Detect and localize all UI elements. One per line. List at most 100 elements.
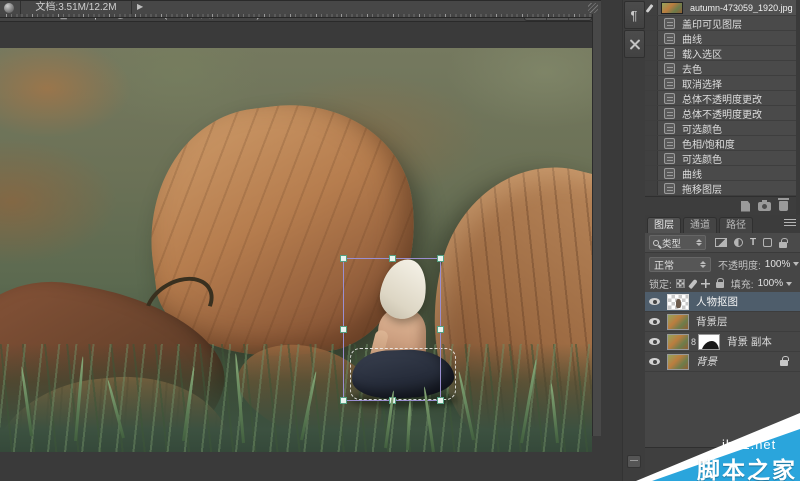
history-source-well[interactable] <box>645 76 658 90</box>
lock-icons <box>675 277 725 289</box>
blend-mode-select[interactable]: 正常 <box>649 256 711 272</box>
snapshot-thumbnail <box>661 1 683 14</box>
filter-smart-objects-icon[interactable] <box>779 237 788 248</box>
lock-row: 锁定: 填充: 100% <box>645 275 800 292</box>
history-source-well[interactable] <box>645 181 658 195</box>
paragraph-panel-icon[interactable]: ¶ <box>623 1 645 29</box>
history-state-row[interactable]: 总体不透明度更改 <box>645 91 800 106</box>
lock-position-icon[interactable] <box>700 279 710 288</box>
watermark-site-url: jb51.net <box>722 437 777 452</box>
history-source-well[interactable] <box>645 46 658 60</box>
history-scrollbar[interactable] <box>796 0 800 215</box>
history-state-row[interactable]: 曲线 <box>645 31 800 46</box>
history-source-well[interactable] <box>645 106 658 120</box>
transform-handle-bottomright[interactable] <box>437 397 444 404</box>
history-source-well[interactable] <box>645 121 658 135</box>
lock-transparent-pixels-icon[interactable] <box>675 279 685 288</box>
layer-thumbnail[interactable] <box>667 313 689 330</box>
transform-handle-top[interactable] <box>389 255 396 262</box>
history-state-row[interactable]: 盖印可见图层 <box>645 16 800 31</box>
search-icon <box>653 239 659 246</box>
tab-layers[interactable]: 图层 <box>647 217 681 233</box>
transform-handle-bottomleft[interactable] <box>340 397 347 404</box>
history-source-well[interactable] <box>645 136 658 150</box>
layer-thumbnail[interactable] <box>667 293 689 310</box>
history-source-well[interactable] <box>645 31 658 45</box>
filter-shape-layers-icon[interactable] <box>763 238 773 247</box>
filter-type-icons: T <box>715 237 788 248</box>
tab-channels[interactable]: 通道 <box>683 217 717 233</box>
transform-handle-topleft[interactable] <box>340 255 347 262</box>
filter-adjustment-layers-icon[interactable] <box>734 238 743 247</box>
history-source-well[interactable] <box>645 16 658 30</box>
opacity-dropdown-icon[interactable] <box>793 262 800 266</box>
layer-thumbnail[interactable] <box>667 333 689 350</box>
history-state-row[interactable]: 去色 <box>645 61 800 76</box>
history-state-row[interactable]: 取消选择 <box>645 76 800 91</box>
transform-handle-right[interactable] <box>437 326 444 333</box>
dock-bottom-icon[interactable] <box>627 455 641 468</box>
layer-list: 8 人物抠图 8 背景层 <box>645 292 800 372</box>
history-state-label: 曲线 <box>682 169 702 181</box>
history-state-icon <box>664 32 675 44</box>
resize-grip[interactable] <box>588 3 598 13</box>
history-source-well[interactable] <box>645 61 658 75</box>
opacity-label: 不透明度: <box>718 260 761 272</box>
history-source-well[interactable] <box>645 151 658 165</box>
visibility-eye-icon[interactable] <box>649 298 660 305</box>
layer-row[interactable]: 8 人物抠图 <box>645 292 800 312</box>
transform-bounding-box[interactable] <box>340 255 444 404</box>
history-state-row[interactable]: 可选颜色 <box>645 121 800 136</box>
panel-menu-icon[interactable] <box>784 219 796 228</box>
history-source-well[interactable] <box>645 91 658 105</box>
opacity-value[interactable]: 100% <box>765 259 791 270</box>
right-panel-group: autumn-473059_1920.jpg 盖印可见图层 曲线 载入选区 去色… <box>645 0 800 481</box>
tool-presets-icon[interactable] <box>623 30 645 58</box>
history-state-icon <box>664 77 675 89</box>
layer-row[interactable]: 8 背景 <box>645 352 800 372</box>
visibility-eye-icon[interactable] <box>649 338 660 345</box>
layer-name[interactable]: 背景 <box>696 354 780 369</box>
panel-dock: ¶ <box>622 0 645 481</box>
filter-kind-label: 类型 <box>662 238 682 250</box>
history-state-row[interactable]: 载入选区 <box>645 46 800 61</box>
fill-dropdown-icon[interactable] <box>786 281 793 286</box>
new-snapshot-icon[interactable] <box>758 199 771 211</box>
history-state-icon <box>664 92 675 104</box>
layer-row[interactable]: 8 背景 副本 <box>645 332 800 352</box>
layer-name[interactable]: 人物抠图 <box>696 294 800 309</box>
canvas[interactable] <box>0 48 592 452</box>
fill-value[interactable]: 100% <box>758 278 784 289</box>
history-state-label: 拖移图层 <box>682 184 722 196</box>
mask-link-icon: 8 <box>691 336 697 347</box>
layer-row[interactable]: 8 背景层 <box>645 312 800 332</box>
history-state-row[interactable]: 总体不透明度更改 <box>645 106 800 121</box>
tab-paths[interactable]: 路径 <box>719 217 753 233</box>
filter-pixel-layers-icon[interactable] <box>715 238 727 247</box>
transform-handle-topright[interactable] <box>437 255 444 262</box>
filter-kind-select[interactable]: 类型 <box>649 235 706 250</box>
transform-handle-left[interactable] <box>340 326 347 333</box>
visibility-eye-icon[interactable] <box>649 318 660 325</box>
history-state-row[interactable]: 可选颜色 <box>645 151 800 166</box>
layer-mask-thumbnail[interactable] <box>698 333 721 350</box>
lock-all-icon[interactable] <box>715 277 725 288</box>
history-state-row[interactable]: 色相/饱和度 <box>645 136 800 151</box>
status-expand-arrow-icon[interactable]: ▶ <box>137 2 143 11</box>
delete-state-icon[interactable] <box>778 198 789 211</box>
layer-thumbnail[interactable] <box>667 353 689 370</box>
fill-label: 填充: <box>730 280 754 291</box>
new-document-from-state-icon[interactable] <box>741 200 750 212</box>
history-snapshot-row[interactable]: autumn-473059_1920.jpg <box>645 0 800 16</box>
filter-type-layers-icon[interactable]: T <box>750 237 756 248</box>
history-state-row[interactable]: 拖移图层 <box>645 181 800 196</box>
blend-mode-value: 正常 <box>654 260 674 272</box>
history-state-label: 总体不透明度更改 <box>682 109 762 121</box>
lock-image-pixels-icon[interactable] <box>688 278 698 289</box>
visibility-eye-icon[interactable] <box>649 358 660 365</box>
history-source-well[interactable] <box>645 166 658 180</box>
layer-name[interactable]: 背景层 <box>696 314 800 329</box>
layer-name[interactable]: 背景 副本 <box>727 334 800 349</box>
history-brush-source[interactable] <box>645 0 658 15</box>
history-state-row[interactable]: 曲线 <box>645 166 800 181</box>
